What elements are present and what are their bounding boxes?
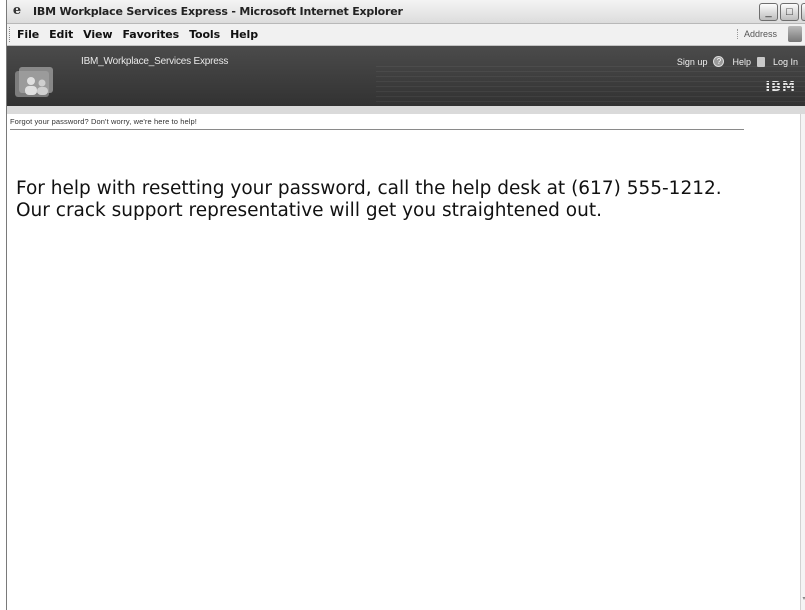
help-link[interactable]: Help — [732, 57, 751, 67]
menu-view[interactable]: View — [83, 28, 112, 41]
menu-file[interactable]: File — [17, 28, 39, 41]
portal-banner: IBM_Workplace_Services Express Sign up ?… — [7, 46, 805, 106]
login-link[interactable]: Log In — [773, 57, 798, 67]
banner-links: Sign up ? Help Log In — [677, 56, 798, 67]
scroll-down-icon[interactable]: ▾ — [801, 595, 805, 602]
vertical-scrollbar[interactable]: ▾ — [800, 114, 805, 610]
address-label: Address — [737, 29, 777, 39]
address-go-icon[interactable] — [788, 26, 802, 42]
toolbar-grip[interactable] — [9, 27, 12, 42]
banner-bottom-band — [7, 106, 805, 114]
browser-window: e IBM Workplace Services Express - Micro… — [6, 0, 805, 610]
help-icon[interactable]: ? — [713, 56, 725, 67]
title-bar: e IBM Workplace Services Express - Micro… — [7, 0, 805, 24]
menu-bar: File Edit View Favorites Tools Help Addr… — [7, 24, 805, 46]
menu-help[interactable]: Help — [230, 28, 258, 41]
menu-tools[interactable]: Tools — [189, 28, 220, 41]
help-message-line: For help with resetting your password, c… — [16, 178, 722, 199]
help-message-line: Our crack support representative will ge… — [16, 200, 602, 221]
login-icon[interactable] — [756, 56, 765, 67]
window-title: IBM Workplace Services Express - Microso… — [33, 5, 403, 18]
menu-favorites[interactable]: Favorites — [122, 28, 179, 41]
page-tagline: Forgot your password? Don't worry, we're… — [10, 117, 197, 126]
menu-items: File Edit View Favorites Tools Help — [17, 28, 258, 41]
close-button[interactable] — [801, 3, 805, 21]
banner-stripes-decoration — [376, 66, 805, 104]
people-logo-icon — [15, 67, 53, 97]
internet-explorer-icon: e — [12, 3, 22, 18]
ibm-logo: IBM — [765, 80, 796, 95]
minimize-button[interactable]: _ — [759, 3, 778, 21]
maximize-button[interactable]: □ — [780, 3, 799, 21]
menu-edit[interactable]: Edit — [49, 28, 73, 41]
signup-link[interactable]: Sign up — [677, 57, 708, 67]
content-divider — [10, 129, 744, 130]
product-name: IBM_Workplace_Services Express — [81, 56, 229, 67]
help-message: For help with resetting your password, c… — [16, 178, 796, 222]
